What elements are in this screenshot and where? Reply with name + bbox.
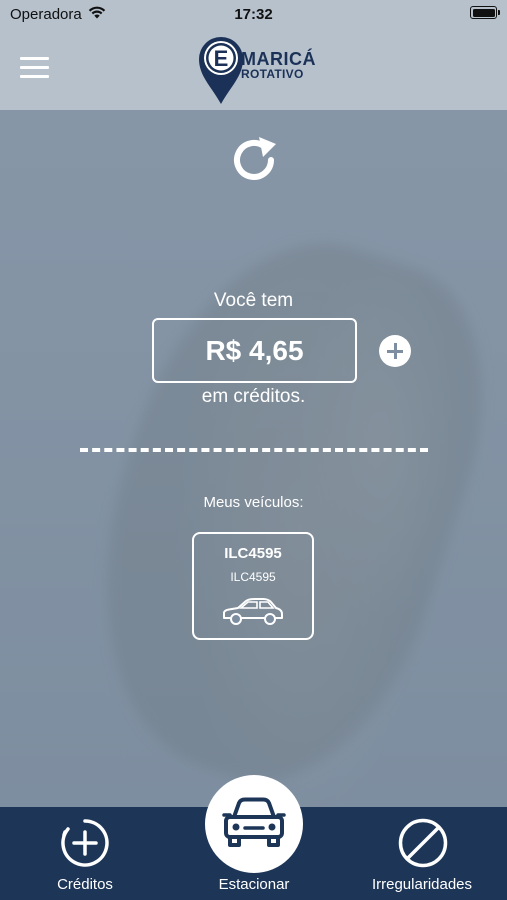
credits-prefix-label: Você tem <box>213 290 294 311</box>
menu-line-icon <box>20 75 49 78</box>
header: Operadora 17:32 E MARICÁ ROTATIVO <box>0 0 507 110</box>
svg-text:E: E <box>214 46 229 71</box>
status-bar: Operadora 17:32 <box>0 0 507 28</box>
logo-subtitle: ROTATIVO <box>241 67 304 81</box>
add-credit-button[interactable] <box>379 335 411 367</box>
vehicle-plate: ILC4595 <box>224 545 282 562</box>
credits-suffix-label: em créditos. <box>201 386 306 407</box>
prohibited-icon <box>398 818 448 868</box>
hamburger-menu-button[interactable] <box>20 57 49 79</box>
nav-estacionar[interactable]: Estacionar <box>184 775 324 900</box>
bottom-navigation: Créditos Estacionar Irregularidades <box>0 775 507 900</box>
clock: 17:32 <box>234 6 273 23</box>
car-front-icon <box>222 797 286 847</box>
menu-line-icon <box>20 57 49 60</box>
nav-irregularidades[interactable]: Irregularidades <box>352 807 492 900</box>
vehicle-subtitle: ILC4595 <box>230 570 276 584</box>
nav-irregularidades-label: Irregularidades <box>371 876 473 893</box>
app-logo: E MARICÁ ROTATIVO <box>196 34 316 106</box>
vehicles-heading: Meus veículos: <box>203 494 304 511</box>
refresh-icon[interactable] <box>226 132 282 188</box>
background-aerial-view <box>0 110 507 807</box>
vehicle-card[interactable]: ILC4595 ILC4595 <box>192 532 314 640</box>
park-button-circle <box>205 775 303 873</box>
battery-icon <box>470 6 500 19</box>
nav-creditos[interactable]: Créditos <box>30 807 140 900</box>
nav-estacionar-label: Estacionar <box>218 876 290 893</box>
dashed-divider <box>80 448 428 452</box>
add-credit-icon <box>61 819 109 867</box>
credit-balance: R$ 4,65 <box>152 318 357 383</box>
menu-line-icon <box>20 66 49 69</box>
nav-creditos-label: Créditos <box>57 876 113 893</box>
map-pin-logo-icon: E <box>199 37 243 104</box>
car-icon <box>223 598 283 625</box>
